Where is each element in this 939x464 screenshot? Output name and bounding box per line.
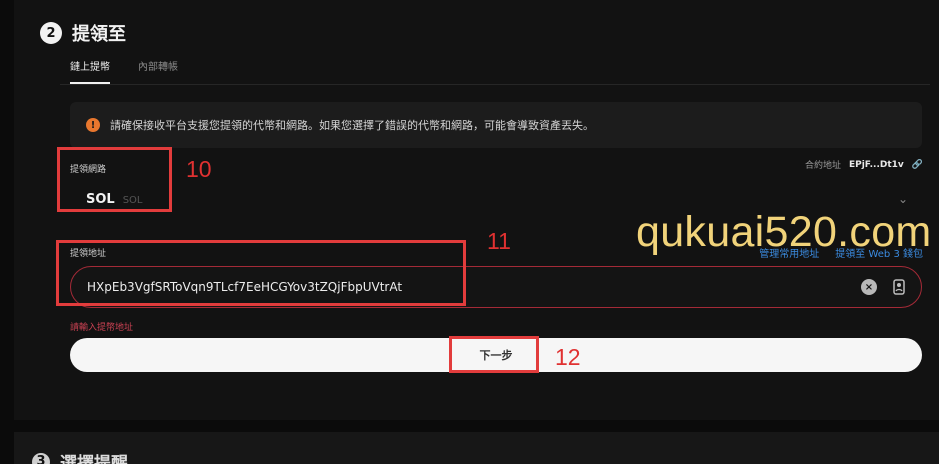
address-value[interactable]: HXpEb3VgfSRToVqn9TLcf7EeHCGYov3tZQjFbpUV… — [87, 280, 847, 294]
annotation-10: 10 — [186, 156, 212, 182]
step-title: 提領至 — [72, 24, 126, 45]
next-button[interactable]: 下一步 — [70, 338, 922, 372]
address-error-text: 請輸入提幣地址 — [70, 323, 134, 333]
step-number-badge: 2 — [40, 22, 62, 44]
chevron-down-icon[interactable]: ⌄ — [898, 192, 908, 206]
address-book-icon[interactable] — [891, 279, 907, 295]
contract-address: 合約地址 EPjF...Dt1v 🔗 — [804, 158, 923, 172]
network-subtext: SOL — [122, 195, 143, 206]
contract-value: EPjF...Dt1v — [848, 159, 904, 170]
annotation-11: 11 — [487, 228, 511, 254]
tab-internal-transfer[interactable]: 內部轉帳 — [138, 58, 178, 84]
network-select[interactable]: SOL SOL — [86, 192, 143, 207]
warning-text: 請確保接收平台支援您提領的代幣和網路。如果您選擇了錯誤的代幣和網路，可能會導致資… — [110, 119, 594, 132]
contract-label: 合約地址 — [804, 161, 841, 171]
network-label: 提領網路 — [70, 165, 107, 175]
step-title: 選擇提醒 — [60, 454, 128, 464]
annotation-12: 12 — [555, 344, 581, 370]
tabs-divider — [60, 84, 930, 85]
network-value: SOL — [86, 192, 115, 207]
withdraw-tabs: 鏈上提幣 內部轉帳 — [70, 58, 178, 84]
clear-icon[interactable]: × — [861, 279, 877, 295]
warning-icon: ! — [86, 118, 100, 132]
step-3-panel — [14, 432, 939, 464]
link-icon[interactable]: 🔗 — [912, 160, 923, 170]
address-label: 提領地址 — [70, 249, 107, 259]
step-number-badge: 3 — [32, 452, 50, 464]
step-3-header: 3 選擇提醒 — [32, 449, 128, 464]
tab-onchain[interactable]: 鏈上提幣 — [70, 58, 110, 84]
watermark: qukuai520.com — [636, 208, 932, 256]
step-2-header: 2 提領至 — [40, 20, 126, 46]
address-input[interactable]: HXpEb3VgfSRToVqn9TLcf7EeHCGYov3tZQjFbpUV… — [70, 266, 922, 308]
warning-banner: ! 請確保接收平台支援您提領的代幣和網路。如果您選擇了錯誤的代幣和網路，可能會導… — [70, 102, 922, 148]
